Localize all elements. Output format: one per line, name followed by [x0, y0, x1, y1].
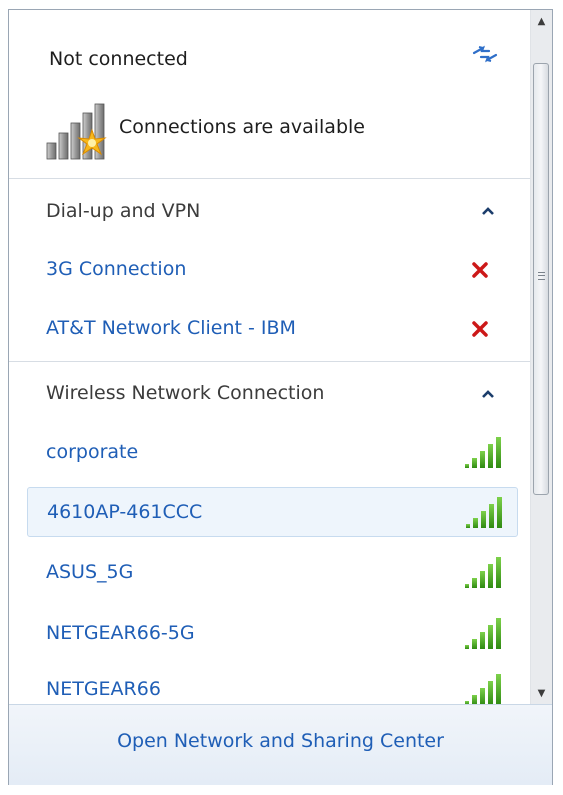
list-item-wifi-netgear66-5g[interactable]: NETGEAR66-5G — [27, 609, 518, 659]
wifi-signal-icon — [465, 437, 501, 468]
connection-name: AT&T Network Client - IBM — [46, 317, 296, 339]
network-name: 4610AP-461CCC — [47, 501, 203, 523]
wifi-signal-icon — [466, 497, 502, 528]
network-name: corporate — [46, 441, 139, 463]
connection-status-subtitle: Connections are available — [119, 116, 365, 138]
network-name: NETGEAR66 — [46, 678, 161, 700]
network-name: NETGEAR66-5G — [46, 622, 195, 644]
wifi-signal-icon — [465, 674, 501, 704]
chevron-up-icon[interactable] — [480, 387, 496, 401]
section-header-wireless: Wireless Network Connection — [46, 382, 325, 404]
wifi-signal-icon — [465, 618, 501, 649]
scroll-up-button[interactable]: ▲ — [531, 10, 552, 32]
network-flyout: Not connected Connections are available … — [8, 9, 553, 785]
list-item-wifi-netgear66[interactable]: NETGEAR66 — [27, 665, 518, 704]
scroll-down-button[interactable]: ▼ — [531, 682, 552, 704]
connection-status-title: Not connected — [49, 48, 188, 70]
list-item-wifi-4610ap[interactable]: 4610AP-461CCC — [27, 487, 518, 537]
list-item-wifi-asus-5g[interactable]: ASUS_5G — [27, 548, 518, 598]
disconnect-x-icon — [472, 321, 488, 337]
network-name: ASUS_5G — [46, 561, 134, 583]
section-header-dialup-vpn: Dial-up and VPN — [46, 200, 201, 222]
vertical-scrollbar[interactable]: ▲ ▼ — [530, 10, 552, 704]
chevron-up-icon[interactable] — [480, 204, 496, 218]
signal-bars-star-icon — [46, 103, 107, 160]
wifi-signal-icon — [465, 557, 501, 588]
scroll-grip-icon — [538, 272, 545, 280]
scroll-thumb[interactable] — [533, 63, 549, 495]
network-list: Not connected Connections are available … — [9, 10, 530, 704]
list-item-wifi-corporate[interactable]: corporate — [27, 428, 518, 478]
footer: Open Network and Sharing Center — [9, 704, 552, 785]
disconnect-x-icon — [472, 262, 488, 278]
list-item-att-network-client[interactable]: AT&T Network Client - IBM — [27, 304, 518, 354]
list-item-3g-connection[interactable]: 3G Connection — [27, 245, 518, 295]
divider — [9, 361, 530, 362]
refresh-icon[interactable] — [471, 42, 499, 66]
connection-name: 3G Connection — [46, 258, 187, 280]
divider — [9, 178, 530, 179]
open-network-sharing-center-link[interactable]: Open Network and Sharing Center — [9, 730, 552, 752]
